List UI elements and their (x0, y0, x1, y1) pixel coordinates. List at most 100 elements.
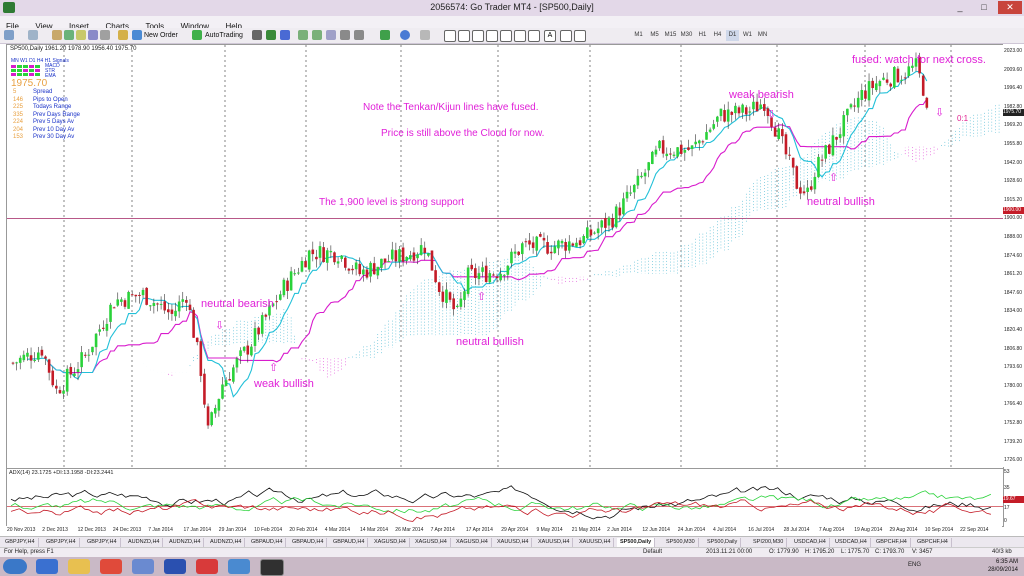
market-watch-icon[interactable] (52, 30, 62, 40)
info-row-label: Todays Range (33, 104, 72, 110)
meta-editor-icon[interactable] (118, 30, 128, 40)
candle-body (759, 104, 762, 109)
chart-tab[interactable]: SP500,Daily (704, 538, 742, 547)
chart-tab[interactable]: XAUUSD,H4 (494, 538, 533, 547)
minimize-button[interactable]: _ (948, 1, 972, 14)
chart-tab[interactable]: SP500,M30 (663, 538, 699, 547)
tf-d1[interactable]: D1 (726, 30, 739, 41)
price-axis-label: 1834.00 (1004, 308, 1023, 315)
candle-body (304, 261, 307, 268)
ie-icon[interactable] (36, 559, 58, 574)
messenger-icon[interactable] (228, 559, 250, 574)
line-chart-icon[interactable] (280, 30, 290, 40)
candle-body (849, 104, 853, 108)
tf-mn[interactable]: MN (756, 30, 769, 41)
candle-body (344, 257, 347, 268)
tf-w1[interactable]: W1 (741, 30, 754, 41)
status-low: L: 1775.70 (841, 549, 870, 555)
navigator-icon[interactable] (76, 30, 86, 40)
chrome-icon[interactable] (100, 559, 122, 574)
tf-m1[interactable]: M1 (632, 30, 645, 41)
chart-tab[interactable]: XAGUSD,H4 (371, 538, 410, 547)
autoscroll-icon[interactable] (340, 30, 350, 40)
mt4-taskbar-icon[interactable] (260, 559, 284, 576)
horizontal-line-icon[interactable] (486, 30, 498, 42)
chart-tab[interactable]: GBPJPY,H4 (84, 538, 121, 547)
chart-tab[interactable]: GBPCHF,H4 (873, 538, 911, 547)
templates-icon[interactable] (420, 30, 430, 40)
chart-tab[interactable]: USDCAD,H4 (832, 538, 871, 547)
channel-icon[interactable] (514, 30, 526, 42)
vertical-line-icon[interactable] (472, 30, 484, 42)
chart-tab[interactable]: USDCAD,H4 (791, 538, 830, 547)
chart-tab[interactable]: GBPAUD,H4 (289, 538, 328, 547)
chart-tab[interactable]: GBPJPY,H4 (43, 538, 80, 547)
candle-body (878, 81, 882, 87)
explorer-icon[interactable] (68, 559, 90, 574)
data-window-icon[interactable] (64, 30, 74, 40)
chart-tab[interactable]: XAUUSD,H4 (535, 538, 574, 547)
autotrading-icon[interactable] (192, 30, 202, 40)
maximize-button[interactable]: □ (972, 1, 996, 14)
tf-h1[interactable]: H1 (696, 30, 709, 41)
chart-tab[interactable]: XAGUSD,H4 (412, 538, 451, 547)
tf-m5[interactable]: M5 (648, 30, 661, 41)
periods-icon[interactable] (400, 30, 410, 40)
chart-tab[interactable]: SPI200,M30 (750, 538, 788, 547)
tf-h4[interactable]: H4 (711, 30, 724, 41)
arrows-icon[interactable] (574, 30, 586, 42)
price-axis-label: 1793.60 (1004, 364, 1023, 371)
profiles-icon[interactable] (28, 30, 38, 40)
chart-tab[interactable]: XAUUSD,H4 (576, 538, 615, 547)
chart-app-icon[interactable] (196, 559, 218, 574)
strategy-tester-icon[interactable] (100, 30, 110, 40)
candlestick-icon[interactable] (266, 30, 276, 40)
time-axis-label: 10 Feb 2014 (254, 527, 283, 533)
zoom-out-icon[interactable] (312, 30, 322, 40)
candle-body (791, 157, 795, 168)
zoom-in-icon[interactable] (298, 30, 308, 40)
chart-tab[interactable]: GBPJPY,H4 (2, 538, 39, 547)
start-icon[interactable] (3, 559, 27, 574)
price-axis-label: 2009.60 (1004, 66, 1023, 73)
trendline-icon[interactable] (500, 30, 512, 42)
cursor-icon[interactable] (444, 30, 456, 42)
time-axis-label: 17 Jan 2014 (183, 527, 212, 533)
price-chart[interactable]: SP500,Daily 1961.20 1978.90 1956.40 1975… (6, 44, 1004, 469)
candle-body (307, 250, 311, 270)
chart-tab[interactable]: XAGUSD,H4 (453, 538, 492, 547)
chart-tab[interactable]: AUDNZD,H4 (166, 538, 205, 547)
chart-tab[interactable]: SP500,Daily (617, 538, 656, 547)
chart-tab[interactable]: AUDNZD,H4 (207, 538, 246, 547)
signal-cell (29, 73, 34, 76)
word-icon[interactable] (164, 559, 186, 574)
autotrading-button[interactable]: AutoTrading (205, 30, 243, 41)
chart-tab[interactable]: GBPAUD,H4 (248, 538, 287, 547)
chart-tab[interactable]: GBPAUD,H4 (330, 538, 369, 547)
tile-windows-icon[interactable] (326, 30, 336, 40)
candle-body (481, 267, 484, 272)
adx-indicator[interactable]: ADX(14) 23.1725 +DI:13.1958 -DI:23.2441 (6, 468, 1004, 527)
tf-m30[interactable]: M30 (680, 30, 693, 41)
candle-body (83, 354, 87, 356)
chart-tab[interactable]: GBPCHF,H4 (914, 538, 952, 547)
tf-m15[interactable]: M15 (664, 30, 677, 41)
new-order-button[interactable]: New Order (144, 30, 178, 41)
candle-body (159, 303, 163, 305)
text-icon[interactable]: A (544, 30, 556, 42)
close-button[interactable]: ✕ (998, 1, 1022, 14)
chart-shift-icon[interactable] (354, 30, 364, 40)
down-arrow-icon: ⇩ (215, 320, 225, 332)
candle-body (340, 255, 343, 259)
candle-body (416, 254, 419, 259)
chart-tab[interactable]: AUDNZD,H4 (125, 538, 164, 547)
new-chart-icon[interactable] (4, 30, 14, 40)
indicators-icon[interactable] (380, 30, 390, 40)
crosshair-icon[interactable] (458, 30, 470, 42)
fibonacci-icon[interactable] (528, 30, 540, 42)
new-order-icon[interactable] (132, 30, 142, 40)
bar-chart-icon[interactable] (252, 30, 262, 40)
terminal-icon[interactable] (88, 30, 98, 40)
label-icon[interactable] (560, 30, 572, 42)
app-icon[interactable] (132, 559, 154, 574)
